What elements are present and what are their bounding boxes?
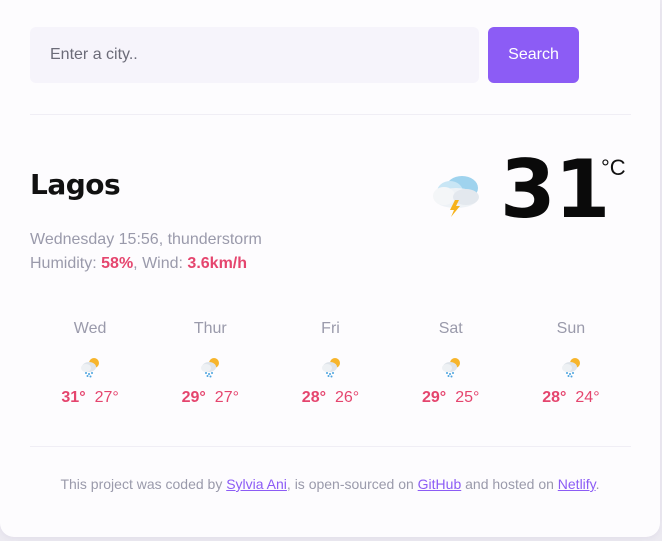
search-form: Search [30, 27, 579, 83]
footer-text: . [595, 476, 600, 492]
forecast-day: Thur 29° 27° [150, 318, 270, 428]
forecast-max-temp: 28° [301, 389, 326, 406]
thunderstorm-cloud-icon [433, 176, 479, 217]
forecast-day: Wed 31° 27° [30, 318, 150, 428]
forecast-max-temp: 28° [542, 389, 567, 406]
forecast-temps: 31° 27° [30, 389, 150, 407]
netlify-link[interactable]: Netlify [558, 476, 596, 492]
github-link[interactable]: GitHub [418, 476, 462, 492]
sun-rain-cloud-icon [561, 358, 580, 378]
city-search-input[interactable] [30, 27, 479, 83]
forecast-max-temp: 31° [61, 389, 86, 406]
forecast-day-name: Sun [556, 320, 586, 337]
footer-text: , is open-sourced on [286, 476, 414, 492]
forecast-day-name: Sat [438, 320, 463, 337]
bottom-divider [30, 446, 631, 447]
datetime: Wednesday 15:56 [30, 231, 159, 248]
sun-rain-cloud-icon [201, 358, 220, 378]
footer-credits: This project was coded by Sylvia Ani, is… [0, 476, 660, 492]
forecast-day-name: Wed [73, 320, 107, 337]
forecast-min-temp: 25° [455, 389, 480, 406]
forecast-day-name: Thur [193, 320, 227, 337]
temperature-unit-celsius[interactable]: °C [601, 155, 626, 181]
forecast-temps: 29° 27° [150, 389, 270, 407]
humidity-label: Humidity: [30, 255, 97, 272]
weather-app-card: Search Lagos Wednesday 15:56, thundersto… [0, 0, 660, 537]
forecast-temps: 28° 26° [270, 389, 390, 407]
weather-description: thunderstorm [167, 231, 262, 248]
weather-details: Wednesday 15:56, thunderstorm Humidity: … [30, 228, 262, 276]
sun-rain-cloud-icon [321, 358, 340, 378]
search-button[interactable]: Search [488, 27, 579, 83]
current-temperature: 31 [500, 143, 610, 236]
author-link[interactable]: Sylvia Ani [226, 476, 287, 492]
city-name: Lagos [30, 168, 121, 201]
forecast-min-temp: 24° [575, 389, 600, 406]
humidity-wind-line: Humidity: 58%, Wind: 3.6km/h [30, 255, 248, 272]
humidity-value: 58% [101, 255, 134, 272]
forecast-min-temp: 27° [94, 389, 119, 406]
forecast-temps: 28° 24° [511, 389, 631, 407]
five-day-forecast: Wed 31° 27° Thur 29° 27° Fri 28° 26° Sat… [30, 318, 631, 428]
sun-rain-cloud-icon [441, 358, 460, 378]
forecast-day: Sat 29° 25° [391, 318, 511, 428]
forecast-min-temp: 27° [214, 389, 239, 406]
forecast-day-name: Fri [321, 320, 340, 337]
forecast-temps: 29° 25° [391, 389, 511, 407]
top-divider [30, 114, 631, 115]
forecast-max-temp: 29° [422, 389, 447, 406]
sun-rain-cloud-icon [81, 358, 100, 378]
wind-value: 3.6km/h [187, 255, 248, 272]
wind-label: Wind: [142, 255, 183, 272]
forecast-max-temp: 29° [181, 389, 206, 406]
forecast-day: Sun 28° 24° [511, 318, 631, 428]
footer-text: This project was coded by [60, 476, 223, 492]
forecast-day: Fri 28° 26° [270, 318, 390, 428]
datetime-description-line: Wednesday 15:56, thunderstorm [30, 231, 262, 248]
footer-text: and hosted on [465, 476, 554, 492]
forecast-min-temp: 26° [335, 389, 360, 406]
